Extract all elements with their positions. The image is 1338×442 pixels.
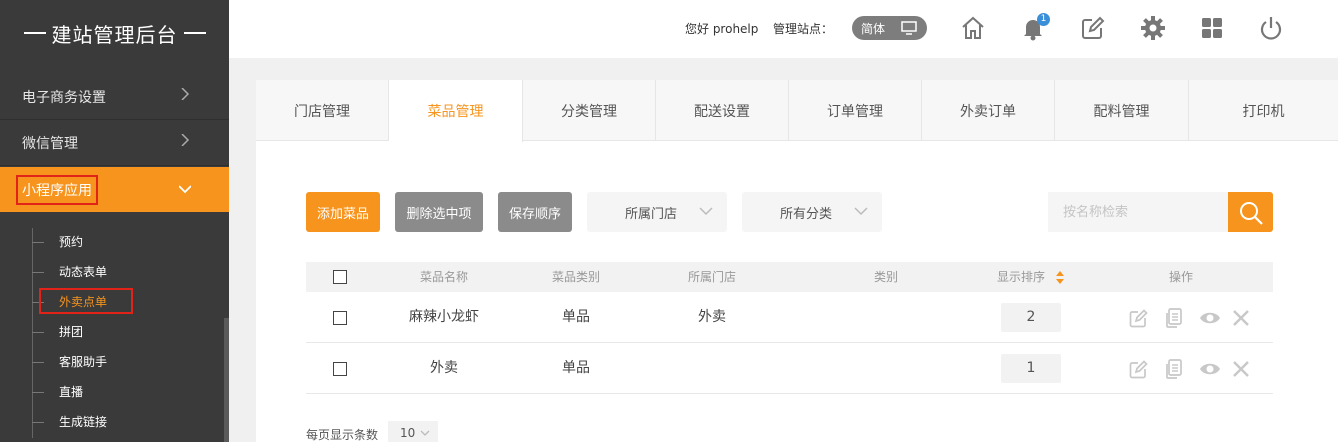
language-toggle[interactable]: 简体 — [852, 16, 927, 40]
cell-category — [836, 292, 936, 343]
category-select-value: 所有分类 — [780, 206, 833, 222]
chevron-down-icon — [854, 207, 868, 216]
current-item-highlight — [39, 288, 133, 314]
sidebar-item-label: 电子商务设置 — [22, 90, 106, 106]
brand-dash-right — [183, 32, 206, 34]
table-row: 麻辣小龙虾 单品 外卖 2 — [306, 292, 1273, 343]
sidebar-item-label: 小程序应用 — [16, 174, 98, 205]
submenu-tick — [32, 272, 44, 273]
cell-dish-type: 单品 — [562, 360, 590, 376]
eye-icon[interactable] — [1199, 358, 1221, 380]
page-size-select[interactable]: 10 — [388, 421, 438, 442]
cell-store: 外卖 — [698, 309, 726, 325]
sidebar-item-wechat[interactable]: 微信管理 — [0, 121, 229, 166]
close-icon[interactable] — [1230, 358, 1252, 380]
submenu-tick — [32, 362, 44, 363]
submenu-tick — [32, 392, 44, 393]
search-input[interactable] — [1048, 192, 1228, 232]
gear-icon[interactable] — [1139, 14, 1167, 42]
sidebar-item-ecommerce[interactable]: 电子商务设置 — [0, 75, 229, 120]
header-dish-name: 菜品名称 — [419, 270, 468, 284]
page-size-label: 每页显示条数 — [306, 428, 379, 442]
submenu-tick — [32, 242, 44, 243]
sidebar-item-label: 微信管理 — [22, 136, 78, 152]
user-greeting: 您好 prohelp — [685, 22, 759, 36]
tab-takeout-orders[interactable]: 外卖订单 — [922, 80, 1055, 141]
copy-icon[interactable] — [1163, 307, 1185, 329]
cell-store — [662, 343, 762, 394]
cell-category — [836, 343, 936, 394]
brand-title: 建站管理后台 — [51, 22, 178, 47]
delete-selected-button[interactable]: 删除选中项 — [395, 192, 483, 232]
tab-category-management[interactable]: 分类管理 — [523, 80, 656, 141]
language-label: 简体 — [861, 21, 886, 36]
cell-dish-name: 麻辣小龙虾 — [409, 309, 479, 325]
header-category: 类别 — [873, 270, 898, 284]
submenu-tick — [32, 422, 44, 423]
submenu-guide-line — [32, 228, 33, 438]
sidebar: 建站管理后台 电子商务设置 微信管理 小程序应用 预约 动态表单 外卖点单 拼团… — [0, 0, 229, 442]
header-store: 所属门店 — [687, 270, 736, 284]
tab-store-management[interactable]: 门店管理 — [256, 80, 389, 141]
site-label: 管理站点： — [773, 22, 834, 36]
tab-delivery-settings[interactable]: 配送设置 — [656, 80, 789, 141]
chevron-right-icon — [181, 88, 190, 100]
page-size-value: 10 — [400, 426, 416, 440]
brand: 建站管理后台 — [0, 0, 229, 66]
tab-order-management[interactable]: 订单管理 — [789, 80, 922, 141]
sort-icon[interactable] — [1055, 271, 1065, 284]
row-checkbox[interactable] — [333, 362, 347, 376]
order-input[interactable]: 1 — [1001, 354, 1061, 383]
category-select[interactable]: 所有分类 — [742, 192, 882, 232]
submenu-item-dynamic-form[interactable]: 动态表单 — [59, 262, 107, 282]
monitor-icon — [901, 21, 917, 35]
edit-icon[interactable] — [1128, 358, 1150, 380]
tab-ingredient-management[interactable]: 配料管理 — [1055, 80, 1189, 141]
close-icon[interactable] — [1230, 307, 1252, 329]
submenu-item-generate-link[interactable]: 生成链接 — [59, 412, 107, 432]
sidebar-item-miniprogram[interactable]: 小程序应用 — [0, 167, 229, 212]
eye-icon[interactable] — [1199, 307, 1221, 329]
chevron-down-icon — [699, 207, 713, 216]
tab-bar: 门店管理 菜品管理 分类管理 配送设置 订单管理 外卖订单 配料管理 打印机 — [256, 80, 1338, 142]
order-input[interactable]: 2 — [1001, 303, 1061, 332]
topbar: 您好 prohelp 管理站点： 简体 1 — [229, 0, 1338, 58]
copy-icon[interactable] — [1163, 358, 1185, 380]
store-select-value: 所属门店 — [625, 206, 678, 222]
cell-dish-type: 单品 — [562, 309, 590, 325]
brand-dash-left — [23, 32, 46, 34]
submenu-tick — [32, 332, 44, 333]
submenu-item-group-buy[interactable]: 拼团 — [59, 322, 83, 342]
edit-icon[interactable] — [1079, 14, 1107, 42]
select-all-checkbox[interactable] — [333, 270, 347, 284]
table-header: 菜品名称 菜品类别 所属门店 类别 显示排序 操作 — [306, 262, 1273, 292]
search-icon — [1240, 202, 1263, 225]
submenu-item-live[interactable]: 直播 — [59, 382, 83, 402]
edit-icon[interactable] — [1128, 307, 1150, 329]
grid-icon[interactable] — [1198, 14, 1226, 42]
home-icon[interactable] — [959, 14, 987, 42]
chevron-right-icon — [181, 134, 190, 146]
notification-button[interactable]: 1 — [1019, 13, 1050, 42]
header-dish-type: 菜品类别 — [551, 270, 600, 284]
notification-badge: 1 — [1037, 13, 1050, 26]
content-card: 门店管理 菜品管理 分类管理 配送设置 订单管理 外卖订单 配料管理 打印机 添… — [256, 80, 1338, 442]
cell-dish-name: 外卖 — [430, 360, 458, 376]
sidebar-scrollbar[interactable] — [224, 318, 229, 442]
submenu-item-customer-service[interactable]: 客服助手 — [59, 352, 107, 372]
chevron-down-icon — [420, 430, 430, 436]
add-dish-button[interactable]: 添加菜品 — [306, 192, 380, 232]
save-order-button[interactable]: 保存顺序 — [498, 192, 572, 232]
row-checkbox[interactable] — [333, 311, 347, 325]
tab-printer[interactable]: 打印机 — [1189, 80, 1338, 141]
search-button[interactable] — [1228, 192, 1273, 232]
store-select[interactable]: 所属门店 — [587, 192, 727, 232]
power-icon[interactable] — [1257, 14, 1285, 42]
submenu-item-booking[interactable]: 预约 — [59, 232, 83, 252]
chevron-down-icon — [179, 185, 191, 194]
table-row: 外卖 单品 1 — [306, 343, 1273, 394]
tab-dish-management[interactable]: 菜品管理 — [389, 80, 523, 142]
header-actions: 操作 — [1168, 270, 1193, 284]
